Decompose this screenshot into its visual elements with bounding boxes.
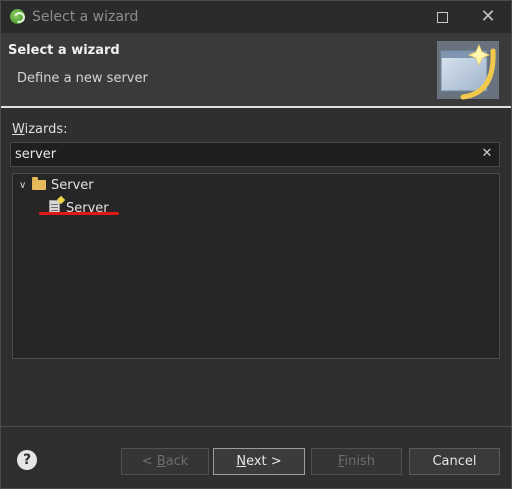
wizard-filter: ✕: [10, 142, 500, 167]
footer-separator: [1, 426, 511, 427]
finish-button-label: inish: [344, 454, 376, 469]
window-title: Select a wizard: [32, 9, 139, 25]
finish-button[interactable]: Finish: [311, 448, 402, 475]
wizards-label-mnemonic: W: [12, 122, 25, 137]
cancel-button[interactable]: Cancel: [409, 448, 500, 475]
wizard-tree[interactable]: ∨ Server Server: [12, 173, 500, 359]
back-button-prefix: <: [141, 454, 157, 469]
clear-filter-icon[interactable]: ✕: [479, 145, 495, 163]
maximize-icon: [437, 12, 448, 23]
header-separator: [1, 106, 511, 108]
next-button-label: ext >: [246, 454, 282, 469]
tree-item-server-category[interactable]: ∨ Server: [19, 176, 94, 196]
close-icon: ✕: [480, 6, 496, 27]
back-button[interactable]: < Back: [121, 448, 209, 475]
back-button-mnemonic: B: [156, 454, 166, 469]
wizard-filter-input[interactable]: [13, 145, 477, 164]
wizard-banner-icon: [437, 41, 499, 100]
maximize-button[interactable]: [419, 3, 465, 31]
close-button[interactable]: ✕: [465, 3, 511, 31]
wizard-dialog: Select a wizard ✕ Select a wizard Define…: [0, 0, 512, 489]
next-button-mnemonic: N: [236, 454, 247, 469]
next-button[interactable]: Next >: [213, 448, 305, 475]
page-title: Select a wizard: [8, 43, 120, 58]
tree-item-server-wizard[interactable]: Server: [49, 198, 109, 218]
wizards-label: Wizards:: [12, 122, 68, 137]
wizard-header: Select a wizard Define a new server: [1, 33, 511, 106]
help-icon[interactable]: ?: [17, 450, 37, 470]
page-description: Define a new server: [17, 71, 148, 86]
chevron-down-icon[interactable]: ∨: [19, 176, 29, 196]
folder-open-icon: [32, 177, 46, 190]
wizards-label-text: izards:: [24, 122, 68, 137]
back-button-label: ack: [165, 454, 189, 469]
annotation-underline: [39, 212, 119, 215]
title-bar[interactable]: Select a wizard ✕: [1, 1, 511, 33]
tree-item-label: Server: [51, 178, 94, 193]
spring-app-icon: [10, 9, 25, 24]
